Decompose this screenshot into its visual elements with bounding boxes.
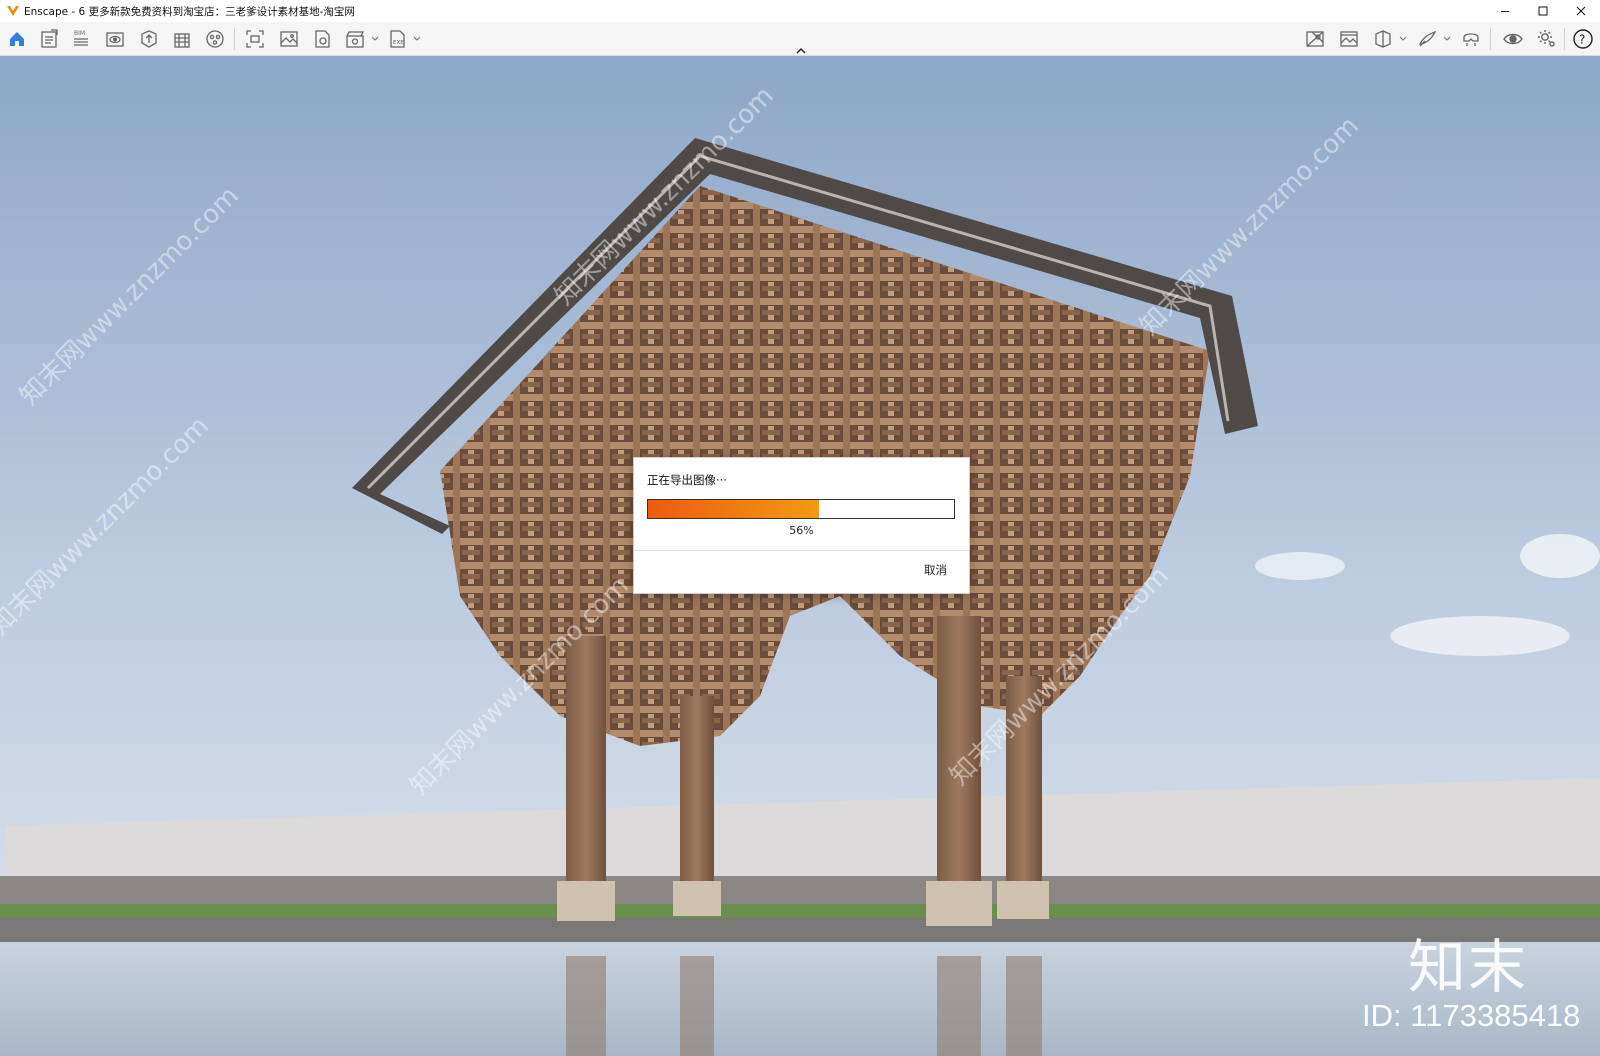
progress-bar: [647, 499, 955, 519]
close-icon[interactable]: [1562, 0, 1600, 22]
chevron-down-icon[interactable]: [1398, 34, 1408, 44]
bim-icon[interactable]: BIM: [68, 26, 94, 52]
visibility-icon[interactable]: [1500, 26, 1526, 52]
svg-text:EXE: EXE: [393, 40, 404, 46]
dialog-title: 正在导出图像···: [647, 473, 727, 487]
document-icon[interactable]: [36, 26, 62, 52]
window-controls: [1486, 0, 1600, 22]
chevron-down-icon[interactable]: [370, 34, 380, 44]
toolbar-divider: [1564, 28, 1565, 50]
settings-icon[interactable]: [1534, 26, 1560, 52]
help-icon[interactable]: ?: [1570, 26, 1596, 52]
chevron-down-icon[interactable]: [1442, 34, 1452, 44]
progress-bar-fill: [648, 500, 820, 518]
export-progress-dialog: 正在导出图像··· 56% 取消: [633, 457, 970, 594]
panorama-icon[interactable]: [309, 26, 335, 52]
video-icon[interactable]: [342, 26, 368, 52]
watermark-id: ID: 1173385418: [1362, 998, 1581, 1033]
material-icon[interactable]: [202, 26, 228, 52]
chevron-up-icon[interactable]: [794, 46, 808, 56]
progress-percent: 56%: [789, 524, 814, 537]
window-title: Enscape - 6 更多新款免费资料到淘宝店：三老爹设计素材基地-淘宝网: [24, 5, 355, 18]
screenshot-icon[interactable]: [242, 26, 268, 52]
view-icon[interactable]: [102, 26, 128, 52]
home-icon[interactable]: [4, 26, 30, 52]
minimize-icon[interactable]: [1486, 0, 1524, 22]
vr-headset-icon[interactable]: [1458, 26, 1484, 52]
exe-export-icon[interactable]: EXE: [384, 26, 410, 52]
maximize-icon[interactable]: [1524, 0, 1562, 22]
sketch-mode-icon[interactable]: [1414, 26, 1440, 52]
toolbar-divider: [1490, 28, 1491, 50]
watermark-logo: 知末: [1408, 933, 1529, 1001]
dialog-divider: [634, 550, 969, 551]
cancel-button[interactable]: 取消: [924, 562, 947, 578]
section-box-icon[interactable]: [1370, 26, 1396, 52]
title-bar: Enscape - 6 更多新款免费资料到淘宝店：三老爹设计素材基地-淘宝网: [0, 0, 1600, 22]
building-icon[interactable]: [169, 26, 195, 52]
chevron-down-icon[interactable]: [412, 34, 422, 44]
toolbar: BIM EXE ?: [0, 22, 1600, 56]
enscape-logo-icon: [7, 6, 19, 16]
image-settings-icon[interactable]: [1336, 26, 1362, 52]
svg-text:BIM: BIM: [74, 30, 85, 37]
image-icon[interactable]: [276, 26, 302, 52]
svg-text:?: ?: [1579, 33, 1585, 47]
asset-library-icon[interactable]: [136, 26, 162, 52]
map-icon[interactable]: [1302, 26, 1328, 52]
toolbar-divider: [234, 28, 235, 50]
